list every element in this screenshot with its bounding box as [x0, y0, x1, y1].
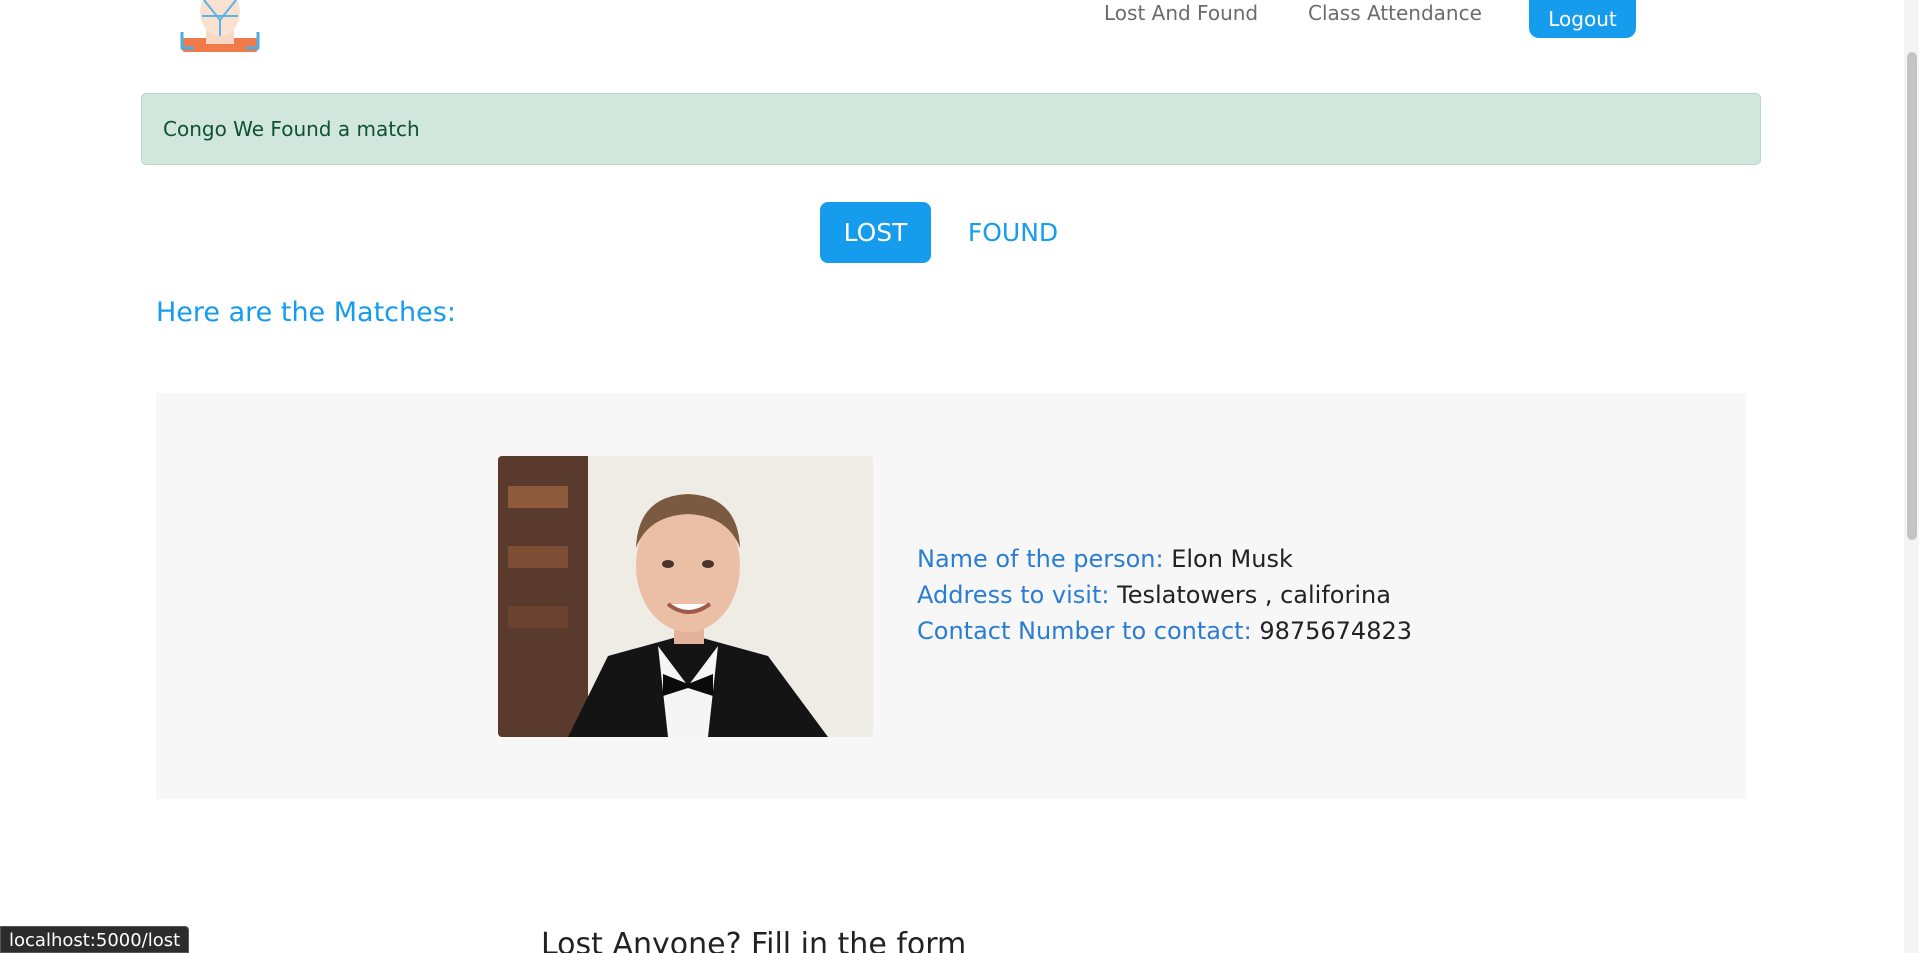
match-card: Name of the person: Elon Musk Address to… [156, 393, 1746, 799]
matches-heading: Here are the Matches: [156, 297, 456, 328]
face-scan-logo-icon[interactable] [178, 0, 262, 58]
status-bar-url: localhost:5000/lost [0, 926, 190, 953]
nav-lost-and-found[interactable]: Lost And Found [1104, 0, 1258, 26]
vertical-scrollbar[interactable] [1904, 0, 1919, 953]
name-value: Elon Musk [1171, 545, 1293, 573]
tab-lost[interactable]: LOST [820, 202, 931, 263]
logout-button[interactable]: Logout [1529, 0, 1636, 38]
form-heading: Lost Anyone? Fill in the form [541, 927, 967, 953]
tab-found[interactable]: FOUND [957, 202, 1069, 263]
contact-row: Contact Number to contact: 9875674823 [917, 613, 1412, 649]
contact-value: 9875674823 [1259, 617, 1413, 645]
scrollbar-thumb[interactable] [1907, 52, 1917, 540]
person-photo-icon [498, 456, 873, 737]
page: Lost And Found Class Attendance Logout C… [0, 0, 1919, 953]
header: Lost And Found Class Attendance Logout [0, 0, 1900, 62]
address-value: Teslatowers , califorina [1117, 581, 1391, 609]
contact-label: Contact Number to contact: [917, 617, 1252, 645]
person-name-row: Name of the person: Elon Musk [917, 541, 1412, 577]
address-label: Address to visit: [917, 581, 1110, 609]
name-label: Name of the person: [917, 545, 1164, 573]
address-row: Address to visit: Teslatowers , califori… [917, 577, 1412, 613]
match-info: Name of the person: Elon Musk Address to… [917, 541, 1412, 649]
nav-class-attendance[interactable]: Class Attendance [1308, 0, 1482, 26]
success-alert: Congo We Found a match [141, 93, 1761, 165]
